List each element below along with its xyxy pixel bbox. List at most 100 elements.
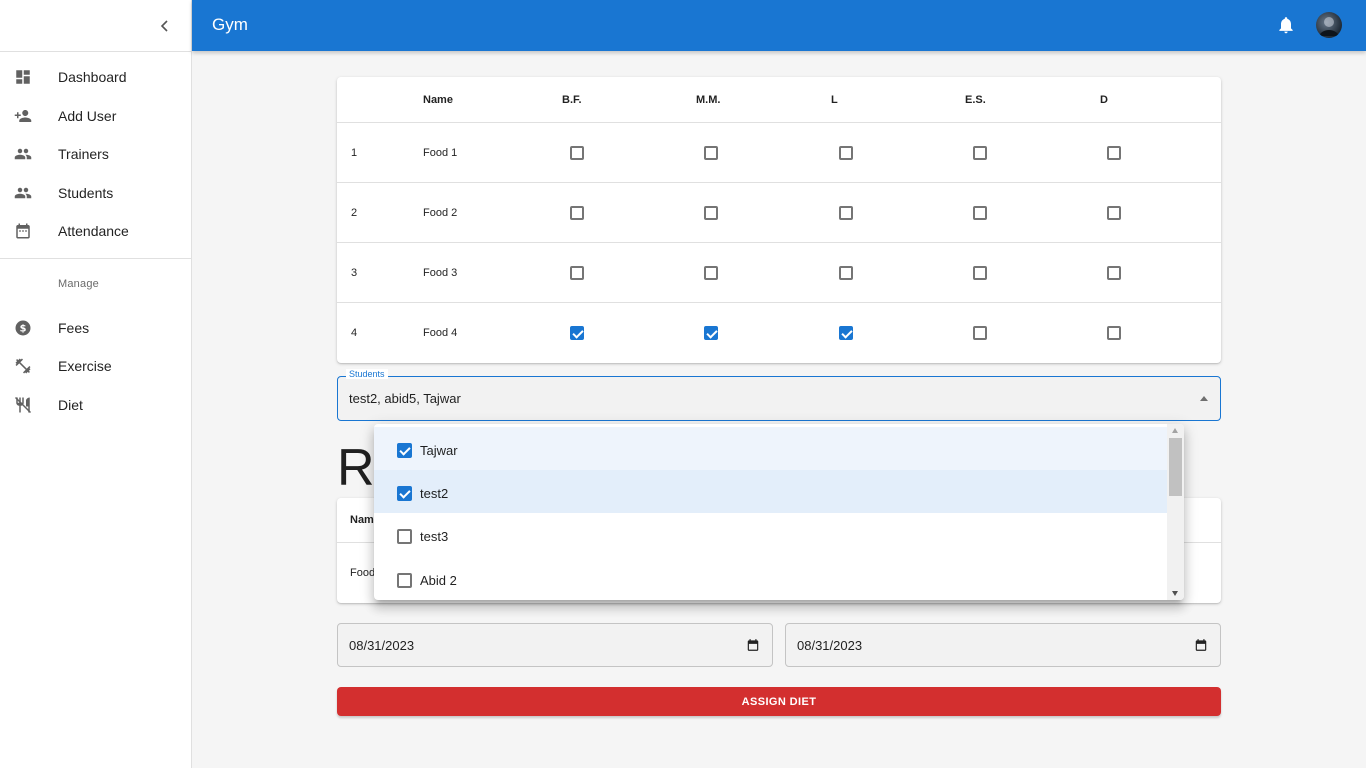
assign-diet-button[interactable]: ASSIGN DIET	[337, 687, 1221, 716]
sidebar-item-dashboard[interactable]: Dashboard	[0, 58, 191, 97]
food-diet-table: Name B.F. M.M. L E.S. D 1 Food 1 2 Food 2 3 F…	[337, 77, 1221, 363]
person-add-icon	[13, 106, 33, 126]
column-header-l: L	[831, 94, 838, 106]
row-index: 4	[351, 327, 358, 339]
checkbox[interactable]	[397, 486, 412, 501]
menu-item-label: Abid 2	[420, 573, 457, 588]
table-row: 3 Food 3	[337, 243, 1221, 303]
sidebar-item-label: Diet	[58, 396, 83, 413]
arrow-up-icon	[1200, 396, 1208, 401]
checkbox-l[interactable]	[839, 206, 853, 220]
sidebar-section-label: Manage	[58, 277, 99, 290]
row-index: 2	[351, 207, 358, 219]
row-index: 1	[351, 147, 358, 159]
calendar-icon[interactable]	[746, 638, 760, 652]
dashboard-icon	[13, 67, 33, 87]
checkbox-d[interactable]	[1107, 266, 1121, 280]
fitness-icon	[13, 356, 33, 376]
end-date-value: 08/31/2023	[797, 638, 863, 653]
sidebar-item-label: Students	[58, 184, 114, 201]
avatar[interactable]	[1316, 12, 1342, 38]
people-icon	[13, 144, 33, 164]
checkbox[interactable]	[397, 443, 412, 458]
scroll-up-arrow-icon[interactable]	[1172, 428, 1178, 433]
sidebar-item-label: Exercise	[58, 358, 112, 375]
restaurant-icon	[13, 395, 33, 415]
sidebar-item-exercise[interactable]: Exercise	[0, 347, 191, 386]
students-select-value: test2, abid5, Tajwar	[349, 391, 461, 406]
checkbox-l[interactable]	[839, 326, 853, 340]
scrollbar[interactable]	[1167, 424, 1184, 600]
chevron-left-icon	[160, 20, 168, 32]
sidebar-item-label: Trainers	[58, 146, 109, 163]
students-select[interactable]: Students test2, abid5, Tajwar	[337, 369, 1221, 421]
menu-item-label: test2	[420, 486, 449, 501]
checkbox-d[interactable]	[1107, 326, 1121, 340]
food-name: Food 3	[423, 267, 458, 279]
checkbox-mm[interactable]	[704, 326, 718, 340]
students-select-label: Students	[346, 369, 388, 379]
sidebar-item-students[interactable]: Students	[0, 174, 191, 213]
checkbox-l[interactable]	[839, 146, 853, 160]
table-row: 2 Food 2	[337, 183, 1221, 243]
menu-item-abid-2[interactable]: Abid 2	[374, 557, 1167, 600]
checkbox-es[interactable]	[973, 326, 987, 340]
checkbox-mm[interactable]	[704, 206, 718, 220]
sidebar-item-attendance[interactable]: Attendance	[0, 212, 191, 251]
food-name: Food 1	[423, 147, 458, 159]
checkbox-bf[interactable]	[570, 146, 584, 160]
calendar-icon[interactable]	[1194, 638, 1208, 652]
scroll-thumb[interactable]	[1169, 438, 1182, 496]
students-dropdown-menu: Tajwar test2 test3 Abid 2	[374, 424, 1184, 600]
column-header-name: Nam	[350, 514, 374, 526]
people-icon	[13, 183, 33, 203]
notifications-button[interactable]	[1276, 15, 1296, 35]
column-header-bf: B.F.	[562, 94, 582, 106]
bell-icon	[1279, 17, 1293, 34]
table-row: 1 Food 1	[337, 123, 1221, 183]
sidebar-item-label: Fees	[58, 319, 90, 336]
end-date-input[interactable]: 08/31/2023	[785, 623, 1221, 667]
sidebar-item-label: Dashboard	[58, 69, 127, 86]
sidebar-item-trainers[interactable]: Trainers	[0, 135, 191, 174]
checkbox[interactable]	[397, 573, 412, 588]
checkbox-mm[interactable]	[704, 266, 718, 280]
menu-item-test3[interactable]: test3	[374, 513, 1167, 556]
sidebar-manage-nav: $ Fees Exercise Diet	[0, 309, 191, 425]
app-bar: Gym	[192, 0, 1366, 51]
column-header-es: E.S.	[965, 94, 986, 106]
checkbox[interactable]	[397, 529, 412, 544]
menu-item-tajwar[interactable]: Tajwar	[374, 427, 1167, 470]
checkbox-es[interactable]	[973, 206, 987, 220]
scroll-down-arrow-icon[interactable]	[1172, 591, 1178, 596]
sidebar: Dashboard Add User Trainers Students Att…	[0, 0, 192, 768]
sidebar-nav: Dashboard Add User Trainers Students Att…	[0, 52, 191, 251]
checkbox-l[interactable]	[839, 266, 853, 280]
sidebar-item-diet[interactable]: Diet	[0, 386, 191, 425]
checkbox-es[interactable]	[973, 146, 987, 160]
table-header-row: Name B.F. M.M. L E.S. D	[337, 77, 1221, 123]
svg-text:$: $	[20, 323, 27, 334]
start-date-input[interactable]: 08/31/2023	[337, 623, 773, 667]
sidebar-header	[0, 0, 191, 52]
checkbox-bf[interactable]	[570, 266, 584, 280]
food-name: Food 4	[423, 327, 458, 339]
start-date-value: 08/31/2023	[349, 638, 415, 653]
checkbox-bf[interactable]	[570, 326, 584, 340]
checkbox-es[interactable]	[973, 266, 987, 280]
checkbox-mm[interactable]	[704, 146, 718, 160]
sidebar-item-add-user[interactable]: Add User	[0, 97, 191, 136]
collapse-sidebar-button[interactable]	[155, 16, 175, 36]
sidebar-item-fees[interactable]: $ Fees	[0, 309, 191, 348]
row-index: 3	[351, 267, 358, 279]
checkbox-d[interactable]	[1107, 206, 1121, 220]
app-title: Gym	[212, 15, 248, 34]
dollar-icon: $	[13, 318, 33, 338]
sidebar-item-label: Attendance	[58, 223, 129, 240]
sidebar-item-label: Add User	[58, 107, 117, 124]
checkbox-bf[interactable]	[570, 206, 584, 220]
menu-item-label: Tajwar	[420, 443, 458, 458]
checkbox-d[interactable]	[1107, 146, 1121, 160]
table-row: 4 Food 4	[337, 303, 1221, 363]
menu-item-test2[interactable]: test2	[374, 470, 1167, 513]
